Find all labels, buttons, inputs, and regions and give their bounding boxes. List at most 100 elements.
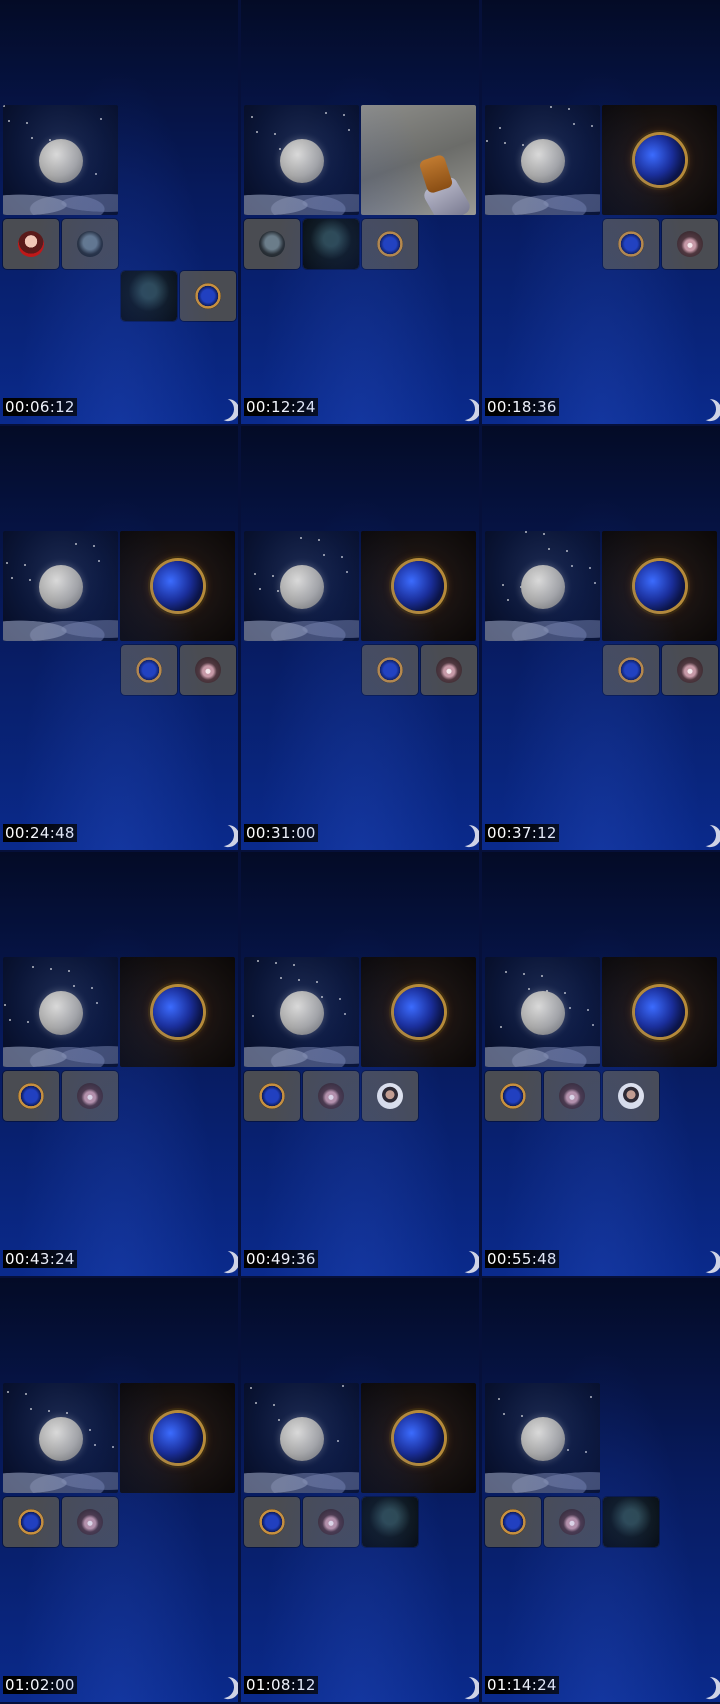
pink-avatar [318,1509,344,1535]
participant-avatar-tile[interactable] [3,219,59,269]
star-dot [25,1393,27,1395]
participant-avatar-tile[interactable] [662,645,718,695]
cloud-decoration [3,1033,118,1067]
pink-avatar [195,657,221,683]
emblem-video-tile[interactable] [120,531,235,641]
moon-face-image [39,991,83,1035]
emblem-avatar [500,1083,526,1109]
crescent-moon-icon [210,1674,235,1699]
participant-avatar-tile[interactable] [180,271,236,321]
participant-avatar-tile[interactable] [303,1071,359,1121]
emblem-video-tile[interactable] [602,105,717,215]
star-dot [344,1013,346,1015]
participant-avatar-tile[interactable] [3,1071,59,1121]
moon-video-tile[interactable] [244,957,359,1067]
participant-avatar-tile[interactable] [121,271,177,321]
moon-video-tile[interactable] [485,531,600,641]
star-dot [257,960,259,962]
hijab-avatar [618,1083,644,1109]
frame-timestamp: 01:14:24 [485,1676,559,1694]
moon-video-tile[interactable] [485,957,600,1067]
star-dot [567,1449,569,1451]
crescent-moon-icon [692,1674,717,1699]
emblem-avatar [259,1509,285,1535]
moon-video-tile[interactable] [485,1383,600,1493]
moon-video-tile[interactable] [244,1383,359,1493]
pink-avatar [677,657,703,683]
participant-avatar-tile[interactable] [603,219,659,269]
moon-video-tile[interactable] [244,105,359,215]
participant-avatar-tile[interactable] [544,1071,600,1121]
star-dot [68,970,70,972]
star-dot [7,1391,9,1393]
crescent-moon-icon [451,822,476,847]
participant-avatar-tile[interactable] [303,219,359,269]
emblem-video-tile[interactable] [120,957,235,1067]
participant-avatar-tile[interactable] [421,645,477,695]
participant-avatar-tile[interactable] [544,1497,600,1547]
camera-video-tile[interactable] [361,105,476,215]
participant-avatar-tile[interactable] [62,219,118,269]
star-dot [592,1024,594,1026]
crescent-moon-icon [210,396,235,421]
emblem-image [635,561,685,611]
star-dot [250,1387,252,1389]
frame-timestamp: 00:12:24 [244,398,318,416]
moon-video-tile[interactable] [3,1383,118,1493]
participant-avatar-tile[interactable] [244,1497,300,1547]
emblem-video-tile[interactable] [602,531,717,641]
crescent-moon-icon [210,1248,235,1273]
participant-avatar-tile[interactable] [485,1497,541,1547]
star-dot [48,1410,50,1412]
emblem-image [394,1413,444,1463]
frame-panel: 00:49:36 [241,852,479,1276]
star-dot [298,979,300,981]
moon-video-tile[interactable] [3,105,118,215]
participant-avatar-tile[interactable] [244,219,300,269]
star-dot [523,973,525,975]
star-dot [541,975,543,977]
emblem-image [153,987,203,1037]
star-dot [254,573,256,575]
emblem-video-tile[interactable] [602,957,717,1067]
participant-avatar-tile[interactable] [603,645,659,695]
star-dot [32,966,34,968]
participant-avatar-tile[interactable] [603,1071,659,1121]
moon-video-tile[interactable] [485,105,600,215]
frame-timestamp: 00:24:48 [3,824,77,842]
star-dot [4,1004,6,1006]
participant-avatar-tile[interactable] [485,1071,541,1121]
crescent-moon-icon [451,1674,476,1699]
moon-face-image [39,1417,83,1461]
emblem-video-tile[interactable] [361,957,476,1067]
star-dot [341,556,343,558]
moon-video-tile[interactable] [244,531,359,641]
participant-avatar-tile[interactable] [303,1497,359,1547]
star-dot [66,1412,68,1414]
participant-avatar-tile[interactable] [362,1071,418,1121]
participant-avatar-tile[interactable] [62,1071,118,1121]
participant-avatar-tile[interactable] [662,219,718,269]
participant-avatar-tile[interactable] [362,219,418,269]
emblem-video-tile[interactable] [361,531,476,641]
star-dot [325,112,327,114]
participant-avatar-tile[interactable] [62,1497,118,1547]
frame-timestamp: 01:08:12 [244,1676,318,1694]
emblem-video-tile[interactable] [120,1383,235,1493]
participant-avatar-tile[interactable] [121,645,177,695]
cloud-decoration [244,1459,359,1493]
participant-avatar-tile[interactable] [3,1497,59,1547]
emblem-video-tile[interactable] [361,1383,476,1493]
participant-avatar-tile[interactable] [362,1497,418,1547]
participant-avatar-tile[interactable] [603,1497,659,1547]
frame-timestamp: 01:02:00 [3,1676,77,1694]
star-dot [323,554,325,556]
pink-avatar [677,231,703,257]
moon-video-tile[interactable] [3,957,118,1067]
participant-avatar-tile[interactable] [244,1071,300,1121]
crescent-moon-icon [451,396,476,421]
participant-avatar-tile[interactable] [180,645,236,695]
cloud-decoration [244,607,359,641]
moon-video-tile[interactable] [3,531,118,641]
participant-avatar-tile[interactable] [362,645,418,695]
